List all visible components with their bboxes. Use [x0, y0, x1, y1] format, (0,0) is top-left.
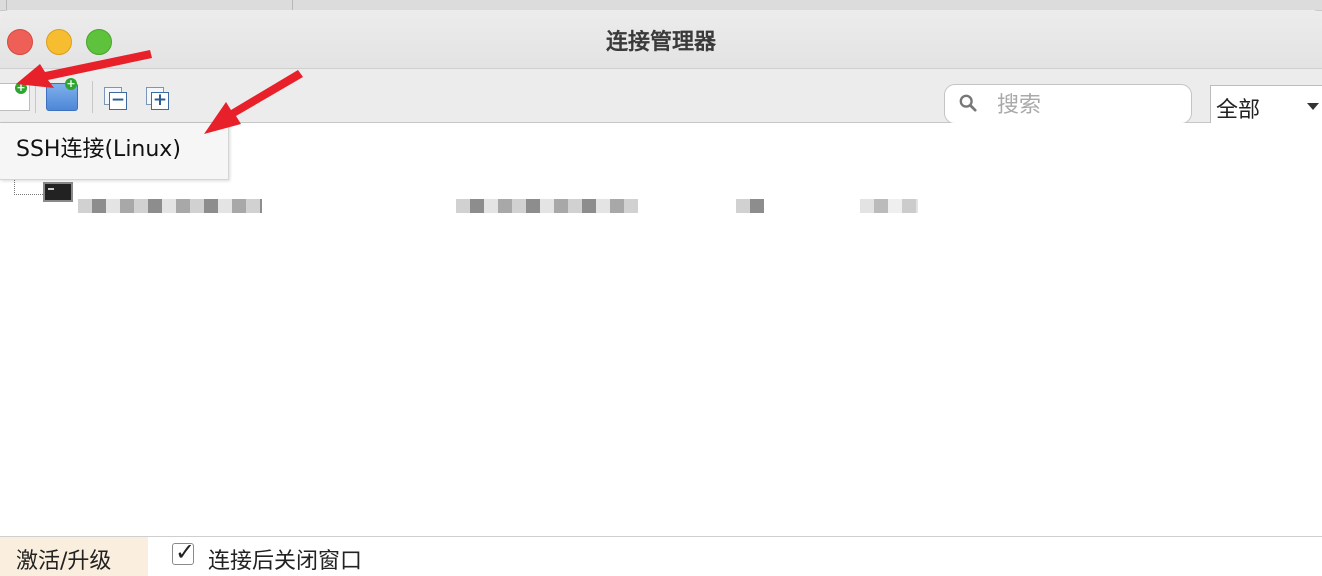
- close-after-connect-label: 连接后关闭窗口: [208, 549, 363, 574]
- connection-tree: SSH连接(Linux): [0, 123, 1322, 536]
- filter-selected-value: 全部: [1216, 98, 1261, 123]
- redacted-port: [736, 185, 764, 213]
- terminal-icon: [43, 182, 73, 202]
- redacted-connection-name: [78, 185, 262, 213]
- checkmark-icon: ✓: [175, 538, 196, 566]
- search-box[interactable]: [944, 84, 1192, 124]
- redacted-host: [456, 185, 638, 213]
- footer: 激活/升级 ✓ 连接后关闭窗口: [0, 536, 1322, 576]
- search-input[interactable]: [995, 89, 1184, 121]
- tree-connector: [14, 180, 43, 195]
- search-icon: [959, 94, 977, 112]
- tree-row[interactable]: [0, 180, 1322, 216]
- close-after-connect-checkbox[interactable]: ✓: [172, 538, 195, 566]
- chevron-down-icon: [1307, 103, 1319, 110]
- annotation-arrow-icon: [204, 70, 303, 134]
- activate-upgrade-label: 激活/升级: [16, 549, 112, 574]
- redacted-user: [860, 185, 918, 213]
- filter-select[interactable]: 全部: [1210, 85, 1322, 125]
- activate-upgrade-button[interactable]: 激活/升级: [0, 537, 148, 576]
